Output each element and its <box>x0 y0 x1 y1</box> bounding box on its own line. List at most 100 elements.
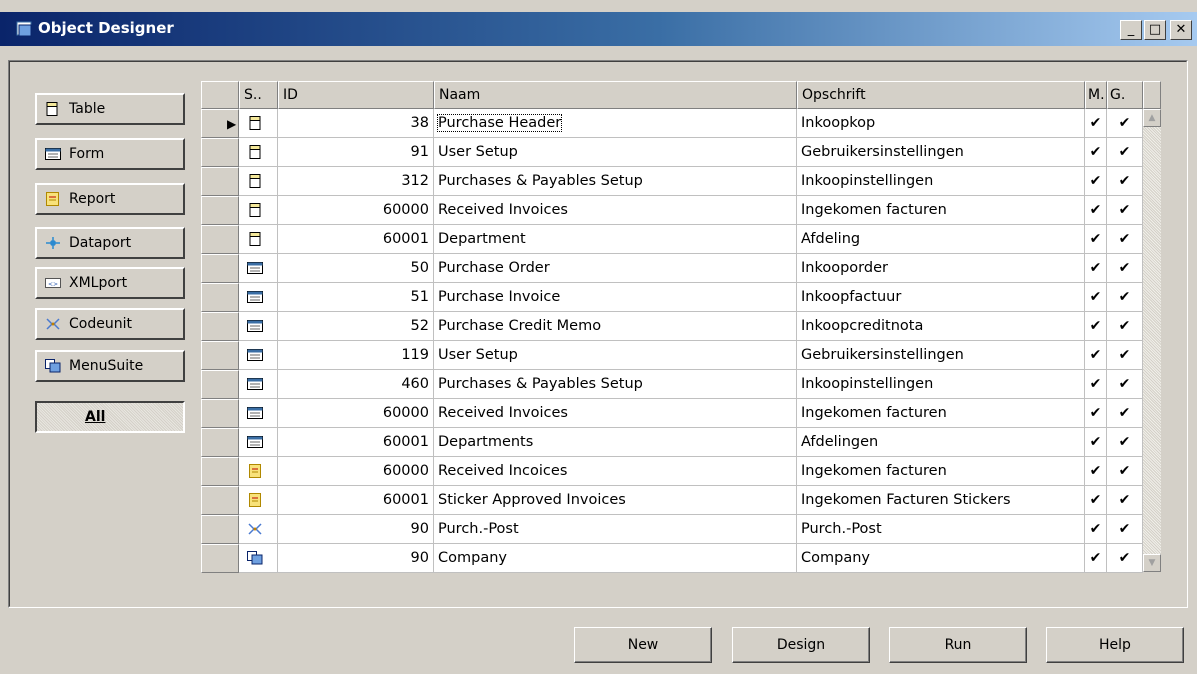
maximize-button[interactable]: □ <box>1144 20 1166 40</box>
new-button[interactable]: New <box>574 627 712 663</box>
caption-cell[interactable]: Gebruikersinstellingen <box>797 138 1085 167</box>
table-row[interactable]: 90 Company Company ✔ ✔ <box>201 544 1161 573</box>
row-selector[interactable] <box>201 544 239 573</box>
id-cell[interactable]: 52 <box>278 312 434 341</box>
caption-cell[interactable]: Inkooporder <box>797 254 1085 283</box>
row-selector[interactable] <box>201 370 239 399</box>
name-cell[interactable]: Purchase Credit Memo <box>434 312 797 341</box>
id-cell[interactable]: 91 <box>278 138 434 167</box>
name-cell[interactable]: Received Invoices <box>434 196 797 225</box>
id-cell[interactable]: 60001 <box>278 486 434 515</box>
caption-cell[interactable]: Company <box>797 544 1085 573</box>
caption-cell[interactable]: Inkoopinstellingen <box>797 167 1085 196</box>
sidebar-item-form[interactable]: Form <box>35 138 185 170</box>
sidebar-item-all[interactable]: All <box>35 401 185 433</box>
scroll-down-button[interactable]: ▼ <box>1143 554 1161 572</box>
id-cell[interactable]: 60000 <box>278 457 434 486</box>
caption-cell[interactable]: Afdeling <box>797 225 1085 254</box>
id-cell[interactable]: 119 <box>278 341 434 370</box>
sidebar-item-dataport[interactable]: Dataport <box>35 227 185 259</box>
column-header-caption[interactable]: Opschrift <box>797 81 1085 109</box>
sidebar-item-menusuite[interactable]: MenuSuite <box>35 350 185 382</box>
name-cell[interactable]: Departments <box>434 428 797 457</box>
id-cell[interactable]: 90 <box>278 515 434 544</box>
sidebar-item-table[interactable]: Table <box>35 93 185 125</box>
table-row[interactable]: 60000 Received Invoices Ingekomen facturen… <box>201 399 1161 428</box>
name-cell[interactable]: Purchase Order <box>434 254 797 283</box>
name-cell[interactable]: Purchases & Payables Setup <box>434 370 797 399</box>
table-row[interactable]: 60000 Received Incoices Ingekomen facturen… <box>201 457 1161 486</box>
name-cell[interactable]: Department <box>434 225 797 254</box>
vertical-scrollbar[interactable]: ▲ ▼ <box>1143 109 1161 572</box>
id-cell[interactable]: 50 <box>278 254 434 283</box>
row-selector[interactable] <box>201 486 239 515</box>
close-button[interactable]: ✕ <box>1170 20 1192 40</box>
id-cell[interactable]: 60000 <box>278 399 434 428</box>
id-cell[interactable]: 312 <box>278 167 434 196</box>
table-row[interactable]: 60001 Departments Afdelingen ✔ ✔ <box>201 428 1161 457</box>
table-row[interactable]: 119 User Setup Gebruikersinstellingen ✔ ✔ <box>201 341 1161 370</box>
sidebar-item-codeunit[interactable]: Codeunit <box>35 308 185 340</box>
column-header-name[interactable]: Naam <box>434 81 797 109</box>
name-cell[interactable]: Purch.-Post <box>434 515 797 544</box>
caption-cell[interactable]: Gebruikersinstellingen <box>797 341 1085 370</box>
row-selector[interactable] <box>201 341 239 370</box>
id-cell[interactable]: 60001 <box>278 225 434 254</box>
column-header-status[interactable]: S.. <box>239 81 278 109</box>
caption-cell[interactable]: Inkoopkop <box>797 109 1085 138</box>
row-selector[interactable] <box>201 312 239 341</box>
column-header-modified[interactable]: M. <box>1085 81 1107 109</box>
table-row[interactable]: 51 Purchase Invoice Inkoopfactuur ✔ ✔ <box>201 283 1161 312</box>
name-cell[interactable]: User Setup <box>434 341 797 370</box>
caption-cell[interactable]: Ingekomen Facturen Stickers <box>797 486 1085 515</box>
name-cell[interactable]: User Setup <box>434 138 797 167</box>
help-button[interactable]: Help <box>1046 627 1184 663</box>
caption-cell[interactable]: Inkoopfactuur <box>797 283 1085 312</box>
row-selector[interactable] <box>201 138 239 167</box>
column-header-compiled[interactable]: G. <box>1107 81 1143 109</box>
table-row[interactable]: 90 Purch.-Post Purch.-Post ✔ ✔ <box>201 515 1161 544</box>
row-selector[interactable] <box>201 225 239 254</box>
name-cell[interactable]: Purchases & Payables Setup <box>434 167 797 196</box>
table-row[interactable]: 60001 Sticker Approved Invoices Ingekomen … <box>201 486 1161 515</box>
sidebar-item-report[interactable]: Report <box>35 183 185 215</box>
id-cell[interactable]: 60000 <box>278 196 434 225</box>
run-button[interactable]: Run <box>889 627 1027 663</box>
caption-cell[interactable]: Ingekomen facturen <box>797 196 1085 225</box>
row-selector[interactable] <box>201 457 239 486</box>
minimize-button[interactable]: _ <box>1120 20 1142 40</box>
caption-cell[interactable]: Afdelingen <box>797 428 1085 457</box>
id-cell[interactable]: 51 <box>278 283 434 312</box>
table-row[interactable]: ▶ 38 Purchase Header Inkoopkop ✔ ✔ <box>201 109 1161 138</box>
caption-cell[interactable]: Ingekomen facturen <box>797 399 1085 428</box>
column-header-id[interactable]: ID <box>278 81 434 109</box>
table-row[interactable]: 60001 Department Afdeling ✔ ✔ <box>201 225 1161 254</box>
scroll-up-button[interactable]: ▲ <box>1143 109 1161 127</box>
table-row[interactable]: 50 Purchase Order Inkooporder ✔ ✔ <box>201 254 1161 283</box>
name-cell[interactable]: Received Incoices <box>434 457 797 486</box>
name-cell[interactable]: Purchase Invoice <box>434 283 797 312</box>
id-cell[interactable]: 460 <box>278 370 434 399</box>
row-selector[interactable] <box>201 515 239 544</box>
row-selector[interactable] <box>201 399 239 428</box>
name-cell[interactable]: Received Invoices <box>434 399 797 428</box>
table-row[interactable]: 312 Purchases & Payables Setup Inkoopinste… <box>201 167 1161 196</box>
row-selector[interactable] <box>201 283 239 312</box>
id-cell[interactable]: 38 <box>278 109 434 138</box>
name-cell[interactable]: Purchase Header <box>434 109 797 138</box>
row-selector[interactable] <box>201 428 239 457</box>
row-selector[interactable] <box>201 254 239 283</box>
row-selector[interactable]: ▶ <box>201 109 239 138</box>
sidebar-item-xmlport[interactable]: <> XMLport <box>35 267 185 299</box>
id-cell[interactable]: 90 <box>278 544 434 573</box>
caption-cell[interactable]: Inkoopinstellingen <box>797 370 1085 399</box>
name-cell[interactable]: Company <box>434 544 797 573</box>
row-selector[interactable] <box>201 196 239 225</box>
row-selector[interactable] <box>201 167 239 196</box>
table-row[interactable]: 460 Purchases & Payables Setup Inkoopinste… <box>201 370 1161 399</box>
id-cell[interactable]: 60001 <box>278 428 434 457</box>
table-row[interactable]: 91 User Setup Gebruikersinstellingen ✔ ✔ <box>201 138 1161 167</box>
caption-cell[interactable]: Purch.-Post <box>797 515 1085 544</box>
caption-cell[interactable]: Inkoopcreditnota <box>797 312 1085 341</box>
name-cell[interactable]: Sticker Approved Invoices <box>434 486 797 515</box>
